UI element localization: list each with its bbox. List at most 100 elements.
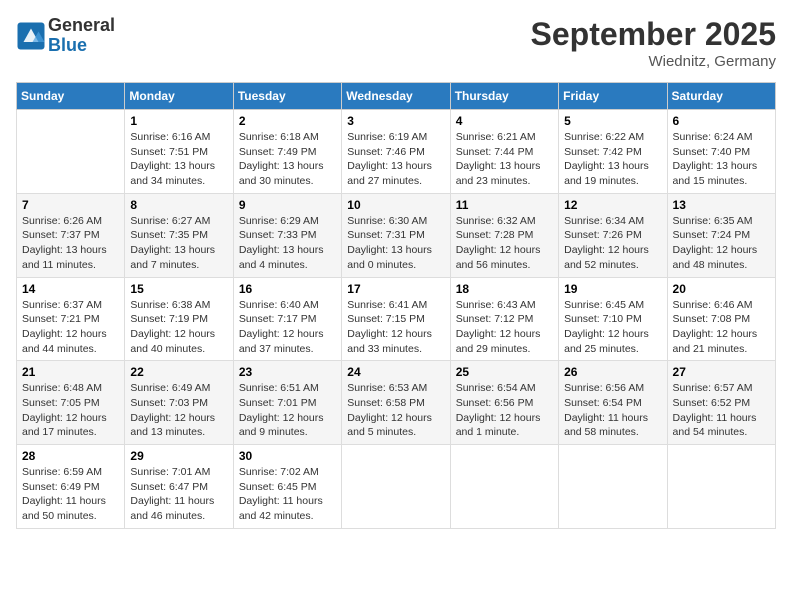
day-info: Sunrise: 7:02 AMSunset: 6:45 PMDaylight:… xyxy=(239,465,336,524)
calendar-cell: 9 Sunrise: 6:29 AMSunset: 7:33 PMDaylight… xyxy=(233,193,341,277)
day-number: 27 xyxy=(673,365,770,379)
day-number: 11 xyxy=(456,198,553,212)
calendar-table: SundayMondayTuesdayWednesdayThursdayFrid… xyxy=(16,82,776,529)
calendar-cell: 17 Sunrise: 6:41 AMSunset: 7:15 PMDayligh… xyxy=(342,277,450,361)
day-number: 20 xyxy=(673,282,770,296)
day-number: 9 xyxy=(239,198,336,212)
logo-icon xyxy=(16,21,46,51)
calendar-cell: 10 Sunrise: 6:30 AMSunset: 7:31 PMDayligh… xyxy=(342,193,450,277)
day-info: Sunrise: 6:29 AMSunset: 7:33 PMDaylight:… xyxy=(239,214,336,273)
day-info: Sunrise: 6:38 AMSunset: 7:19 PMDaylight:… xyxy=(130,298,227,357)
day-number: 21 xyxy=(22,365,119,379)
day-number: 10 xyxy=(347,198,444,212)
day-info: Sunrise: 6:22 AMSunset: 7:42 PMDaylight:… xyxy=(564,130,661,189)
day-number: 6 xyxy=(673,114,770,128)
calendar-cell: 6 Sunrise: 6:24 AMSunset: 7:40 PMDaylight… xyxy=(667,110,775,194)
calendar-cell: 25 Sunrise: 6:54 AMSunset: 6:56 PMDayligh… xyxy=(450,361,558,445)
calendar-week-1: 1Sunrise: 6:16 AMSunset: 7:51 PMDaylight… xyxy=(17,110,776,194)
logo-blue: Blue xyxy=(48,36,115,56)
calendar-cell: 22 Sunrise: 6:49 AMSunset: 7:03 PMDayligh… xyxy=(125,361,233,445)
calendar-cell: 1Sunrise: 6:16 AMSunset: 7:51 PMDaylight… xyxy=(125,110,233,194)
calendar-cell: 2 Sunrise: 6:18 AMSunset: 7:49 PMDaylight… xyxy=(233,110,341,194)
calendar-cell xyxy=(17,110,125,194)
day-number: 12 xyxy=(564,198,661,212)
calendar-cell: 24 Sunrise: 6:53 AMSunset: 6:58 PMDayligh… xyxy=(342,361,450,445)
day-info: Sunrise: 6:30 AMSunset: 7:31 PMDaylight:… xyxy=(347,214,444,273)
day-info: Sunrise: 6:54 AMSunset: 6:56 PMDaylight:… xyxy=(456,381,553,440)
calendar-cell: 21 Sunrise: 6:48 AMSunset: 7:05 PMDayligh… xyxy=(17,361,125,445)
day-number: 30 xyxy=(239,449,336,463)
day-header-saturday: Saturday xyxy=(667,83,775,110)
day-number: 15 xyxy=(130,282,227,296)
day-info: Sunrise: 6:57 AMSunset: 6:52 PMDaylight:… xyxy=(673,381,770,440)
day-info: Sunrise: 6:24 AMSunset: 7:40 PMDaylight:… xyxy=(673,130,770,189)
day-number: 1 xyxy=(130,114,227,128)
calendar-cell: 13 Sunrise: 6:35 AMSunset: 7:24 PMDayligh… xyxy=(667,193,775,277)
day-number: 25 xyxy=(456,365,553,379)
day-info: Sunrise: 6:59 AMSunset: 6:49 PMDaylight:… xyxy=(22,465,119,524)
day-number: 8 xyxy=(130,198,227,212)
day-info: Sunrise: 6:51 AMSunset: 7:01 PMDaylight:… xyxy=(239,381,336,440)
calendar-cell: 5 Sunrise: 6:22 AMSunset: 7:42 PMDaylight… xyxy=(559,110,667,194)
logo-general: General xyxy=(48,16,115,36)
day-number: 2 xyxy=(239,114,336,128)
calendar-cell: 23 Sunrise: 6:51 AMSunset: 7:01 PMDayligh… xyxy=(233,361,341,445)
day-info: Sunrise: 7:01 AMSunset: 6:47 PMDaylight:… xyxy=(130,465,227,524)
day-number: 18 xyxy=(456,282,553,296)
day-info: Sunrise: 6:18 AMSunset: 7:49 PMDaylight:… xyxy=(239,130,336,189)
calendar-cell: 20Sunrise: 6:46 AMSunset: 7:08 PMDayligh… xyxy=(667,277,775,361)
day-info: Sunrise: 6:53 AMSunset: 6:58 PMDaylight:… xyxy=(347,381,444,440)
calendar-cell: 14 Sunrise: 6:37 AMSunset: 7:21 PMDayligh… xyxy=(17,277,125,361)
day-number: 29 xyxy=(130,449,227,463)
day-header-thursday: Thursday xyxy=(450,83,558,110)
day-info: Sunrise: 6:32 AMSunset: 7:28 PMDaylight:… xyxy=(456,214,553,273)
day-info: Sunrise: 6:27 AMSunset: 7:35 PMDaylight:… xyxy=(130,214,227,273)
calendar-cell: 8 Sunrise: 6:27 AMSunset: 7:35 PMDaylight… xyxy=(125,193,233,277)
day-number: 24 xyxy=(347,365,444,379)
calendar-week-2: 7 Sunrise: 6:26 AMSunset: 7:37 PMDaylight… xyxy=(17,193,776,277)
calendar-week-4: 21 Sunrise: 6:48 AMSunset: 7:05 PMDayligh… xyxy=(17,361,776,445)
day-number: 5 xyxy=(564,114,661,128)
day-number: 4 xyxy=(456,114,553,128)
day-header-tuesday: Tuesday xyxy=(233,83,341,110)
calendar-week-5: 28Sunrise: 6:59 AMSunset: 6:49 PMDayligh… xyxy=(17,445,776,529)
day-info: Sunrise: 6:41 AMSunset: 7:15 PMDaylight:… xyxy=(347,298,444,357)
day-number: 26 xyxy=(564,365,661,379)
day-header-friday: Friday xyxy=(559,83,667,110)
day-info: Sunrise: 6:45 AMSunset: 7:10 PMDaylight:… xyxy=(564,298,661,357)
day-info: Sunrise: 6:48 AMSunset: 7:05 PMDaylight:… xyxy=(22,381,119,440)
day-info: Sunrise: 6:21 AMSunset: 7:44 PMDaylight:… xyxy=(456,130,553,189)
day-number: 13 xyxy=(673,198,770,212)
calendar-cell xyxy=(342,445,450,529)
day-number: 14 xyxy=(22,282,119,296)
calendar-cell: 3Sunrise: 6:19 AMSunset: 7:46 PMDaylight… xyxy=(342,110,450,194)
day-header-sunday: Sunday xyxy=(17,83,125,110)
calendar-cell: 28Sunrise: 6:59 AMSunset: 6:49 PMDayligh… xyxy=(17,445,125,529)
day-info: Sunrise: 6:49 AMSunset: 7:03 PMDaylight:… xyxy=(130,381,227,440)
calendar-week-3: 14 Sunrise: 6:37 AMSunset: 7:21 PMDayligh… xyxy=(17,277,776,361)
day-info: Sunrise: 6:35 AMSunset: 7:24 PMDaylight:… xyxy=(673,214,770,273)
calendar-header-row: SundayMondayTuesdayWednesdayThursdayFrid… xyxy=(17,83,776,110)
day-info: Sunrise: 6:37 AMSunset: 7:21 PMDaylight:… xyxy=(22,298,119,357)
calendar-cell: 26Sunrise: 6:56 AMSunset: 6:54 PMDayligh… xyxy=(559,361,667,445)
day-number: 23 xyxy=(239,365,336,379)
logo: General Blue xyxy=(16,16,115,56)
day-info: Sunrise: 6:34 AMSunset: 7:26 PMDaylight:… xyxy=(564,214,661,273)
day-number: 3 xyxy=(347,114,444,128)
calendar-cell xyxy=(559,445,667,529)
day-info: Sunrise: 6:26 AMSunset: 7:37 PMDaylight:… xyxy=(22,214,119,273)
day-number: 22 xyxy=(130,365,227,379)
calendar-cell: 16Sunrise: 6:40 AMSunset: 7:17 PMDayligh… xyxy=(233,277,341,361)
calendar-cell: 12 Sunrise: 6:34 AMSunset: 7:26 PMDayligh… xyxy=(559,193,667,277)
calendar-cell: 29 Sunrise: 7:01 AMSunset: 6:47 PMDayligh… xyxy=(125,445,233,529)
day-number: 19 xyxy=(564,282,661,296)
month-title: September 2025 xyxy=(531,16,776,53)
location: Wiednitz, Germany xyxy=(531,53,776,70)
calendar-cell: 7 Sunrise: 6:26 AMSunset: 7:37 PMDaylight… xyxy=(17,193,125,277)
day-number: 7 xyxy=(22,198,119,212)
day-number: 17 xyxy=(347,282,444,296)
calendar-cell xyxy=(450,445,558,529)
title-block: September 2025 Wiednitz, Germany xyxy=(531,16,776,70)
day-info: Sunrise: 6:43 AMSunset: 7:12 PMDaylight:… xyxy=(456,298,553,357)
calendar-cell: 15 Sunrise: 6:38 AMSunset: 7:19 PMDayligh… xyxy=(125,277,233,361)
